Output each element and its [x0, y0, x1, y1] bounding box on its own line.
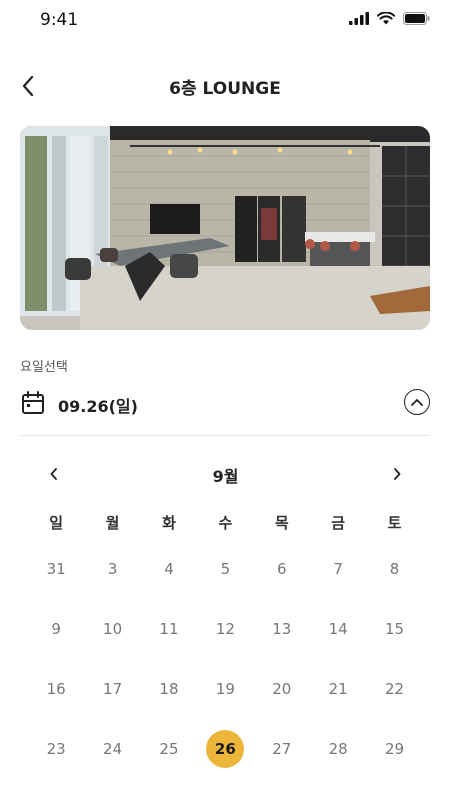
- calendar-day[interactable]: 27: [254, 729, 310, 769]
- lounge-photo: [20, 126, 430, 330]
- day-number: 9: [51, 620, 61, 638]
- day-number: 24: [103, 740, 123, 758]
- day-number: 26: [206, 730, 245, 768]
- day-number: 28: [328, 740, 348, 758]
- calendar-day[interactable]: 20: [254, 669, 310, 709]
- calendar-day[interactable]: 5: [197, 549, 253, 589]
- calendar-day[interactable]: 28: [310, 729, 366, 769]
- day-number: 12: [215, 620, 235, 638]
- status-bar: 9:41: [0, 0, 450, 44]
- day-number: 20: [272, 680, 292, 698]
- day-number: 10: [103, 620, 123, 638]
- day-number: 18: [159, 680, 179, 698]
- header: 6층 LOUNGE: [0, 66, 450, 106]
- day-number: 25: [159, 740, 179, 758]
- calendar-day[interactable]: 11: [141, 609, 197, 649]
- day-number: 8: [389, 560, 400, 578]
- collapse-calendar-button[interactable]: [404, 389, 430, 415]
- selected-date: 09.26(일): [58, 397, 138, 416]
- next-month-button[interactable]: [385, 462, 409, 486]
- day-number: 16: [46, 680, 66, 698]
- calendar-day[interactable]: 6: [254, 549, 310, 589]
- day-number: 21: [328, 680, 348, 698]
- weekday-label: 금: [331, 513, 346, 532]
- wifi-icon: [377, 12, 395, 25]
- calendar-day[interactable]: 19: [197, 669, 253, 709]
- day-number: 23: [46, 740, 66, 758]
- weekday-label: 수: [218, 513, 233, 532]
- week-row: 23 24 25 26 27 28 29: [28, 719, 423, 779]
- status-icons: [349, 12, 430, 25]
- day-number: 4: [164, 560, 174, 578]
- day-select-label: 요일선택: [20, 360, 68, 375]
- day-number: 14: [328, 620, 348, 638]
- selected-date-row[interactable]: 09.26(일): [20, 388, 430, 420]
- calendar-day-selected[interactable]: 26: [197, 729, 253, 769]
- weekday-label: 화: [162, 513, 176, 532]
- chevron-right-icon: [394, 468, 401, 480]
- day-number: 31: [46, 560, 66, 578]
- calendar-day[interactable]: 7: [310, 549, 366, 589]
- month-label: 9월: [212, 467, 239, 486]
- day-number: 13: [272, 620, 292, 638]
- day-number: 11: [159, 620, 179, 638]
- day-number: 19: [215, 680, 235, 698]
- calendar-day[interactable]: 9: [28, 609, 84, 649]
- day-number: 7: [333, 560, 343, 578]
- status-time: 9:41: [40, 10, 79, 30]
- calendar-day[interactable]: 10: [84, 609, 140, 649]
- calendar-day[interactable]: 12: [197, 609, 253, 649]
- day-number: 29: [384, 740, 405, 758]
- calendar-day[interactable]: 18: [141, 669, 197, 709]
- calendar-day[interactable]: 23: [28, 729, 84, 769]
- day-number: 22: [384, 680, 405, 698]
- calendar-day[interactable]: 31: [28, 549, 84, 589]
- weekday-row: 일 월 화 수 목 금 토: [28, 505, 423, 539]
- calendar-day[interactable]: 17: [84, 669, 140, 709]
- calendar-day[interactable]: 13: [254, 609, 310, 649]
- day-number: 6: [276, 560, 287, 578]
- calendar-day[interactable]: 15: [366, 609, 422, 649]
- calendar-grid: 일 월 화 수 목 금 토 31 3 4 5 6 7 8 9 10 11 12 …: [28, 505, 423, 779]
- divider: [20, 435, 430, 436]
- calendar-day[interactable]: 8: [366, 549, 422, 589]
- battery-icon: [403, 12, 430, 25]
- day-number: 3: [107, 560, 118, 578]
- week-row: 16 17 18 19 20 21 22: [28, 659, 423, 719]
- calendar-day[interactable]: 24: [84, 729, 140, 769]
- calendar-day[interactable]: 22: [366, 669, 422, 709]
- calendar-day[interactable]: 16: [28, 669, 84, 709]
- calendar-day[interactable]: 4: [141, 549, 197, 589]
- calendar-icon: [22, 391, 44, 414]
- weekday-label: 월: [105, 513, 120, 532]
- day-number: 27: [272, 740, 292, 758]
- week-row: 31 3 4 5 6 7 8: [28, 539, 423, 599]
- calendar-day[interactable]: 21: [310, 669, 366, 709]
- signal-icon: [349, 12, 369, 25]
- weekday-label: 일: [49, 513, 64, 532]
- day-number: 15: [384, 620, 405, 638]
- weekday-label: 목: [274, 513, 289, 532]
- day-number: 5: [220, 560, 231, 578]
- calendar-day[interactable]: 25: [141, 729, 197, 769]
- month-nav: 9월: [28, 460, 423, 488]
- calendar-day[interactable]: 29: [366, 729, 422, 769]
- calendar-day[interactable]: 3: [84, 549, 140, 589]
- calendar-day[interactable]: 14: [310, 609, 366, 649]
- week-row: 9 10 11 12 13 14 15: [28, 599, 423, 659]
- day-number: 17: [103, 680, 123, 698]
- weekday-label: 토: [387, 513, 402, 532]
- page-title: 6층 LOUNGE: [169, 79, 281, 99]
- chevron-up-icon: [411, 399, 423, 406]
